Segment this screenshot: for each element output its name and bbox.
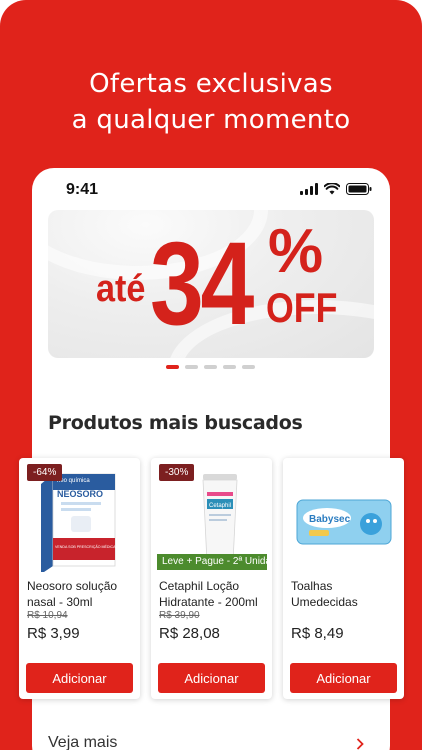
carousel-dot[interactable] (223, 365, 236, 369)
product-card[interactable]: Cetaphil -30% Leve + Pague - 2ª Unidade … (151, 458, 272, 699)
add-to-cart-button[interactable]: Adicionar (26, 663, 133, 693)
carousel-dot[interactable] (185, 365, 198, 369)
wifi-icon (324, 183, 340, 195)
chevron-right-icon[interactable] (356, 738, 364, 750)
promo-banner[interactable]: até 34 % OFF (48, 210, 374, 358)
promo-headline: Ofertas exclusivas a qualquer momento (0, 66, 422, 138)
product-name[interactable]: Neosoro solução nasal - 30ml (27, 578, 135, 610)
status-time: 9:41 (66, 181, 99, 198)
product-card[interactable]: Babysec Toalhas Umedecidas Babysec Ultra… (283, 458, 404, 699)
headline-line-1: Ofertas exclusivas (89, 69, 333, 99)
carousel-dot[interactable] (242, 365, 255, 369)
banner-discount-number: 34 (150, 218, 254, 350)
headline-line-2: a qualquer momento (71, 105, 351, 135)
battery-icon (346, 183, 372, 195)
product-price: R$ 8,49 (291, 625, 344, 642)
product-price: R$ 28,08 (159, 625, 220, 642)
banner-percent-sign: % (268, 217, 324, 286)
status-bar: 9:41 (32, 168, 390, 212)
section-title: Produtos mais buscados (48, 412, 303, 434)
discount-badge: -64% (27, 464, 63, 481)
product-old-price: R$ 39,90 (159, 610, 200, 621)
product-brand-text: Cetaphil (209, 503, 231, 509)
product-card[interactable]: neo química NEOSORO VENDA SOB PRESCRIÇÃO… (19, 458, 140, 699)
banner-off-label: OFF (266, 284, 338, 331)
product-price: R$ 3,99 (27, 625, 80, 642)
product-brand-title: NEOSORO (57, 489, 103, 499)
product-brand-text: Babysec (309, 514, 351, 525)
product-warning-text: VENDA SOB PRESCRIÇÃO MÉDICA (55, 544, 116, 549)
carousel-dot-active[interactable] (166, 365, 179, 369)
carousel-dot[interactable] (204, 365, 217, 369)
product-old-price: R$ 10,94 (27, 610, 68, 621)
promo-label: Leve + Pague - 2ª Unidade (157, 554, 267, 570)
product-image: neo química NEOSORO VENDA SOB PRESCRIÇÃO… (27, 466, 132, 574)
add-to-cart-button[interactable]: Adicionar (290, 663, 397, 693)
product-image: Babysec (291, 466, 396, 572)
add-to-cart-button[interactable]: Adicionar (158, 663, 265, 693)
carousel-pagination (166, 365, 255, 369)
cellular-signal-icon (300, 183, 318, 195)
status-icons (300, 183, 372, 195)
product-name[interactable]: Cetaphil Loção Hidratante - 200ml (159, 578, 267, 610)
discount-badge: -30% (159, 464, 195, 481)
see-more-link[interactable]: Veja mais (48, 734, 117, 750)
banner-prefix: até (96, 268, 146, 310)
product-name[interactable]: Toalhas Umedecidas Babysec Ultra Fres… (291, 578, 399, 610)
